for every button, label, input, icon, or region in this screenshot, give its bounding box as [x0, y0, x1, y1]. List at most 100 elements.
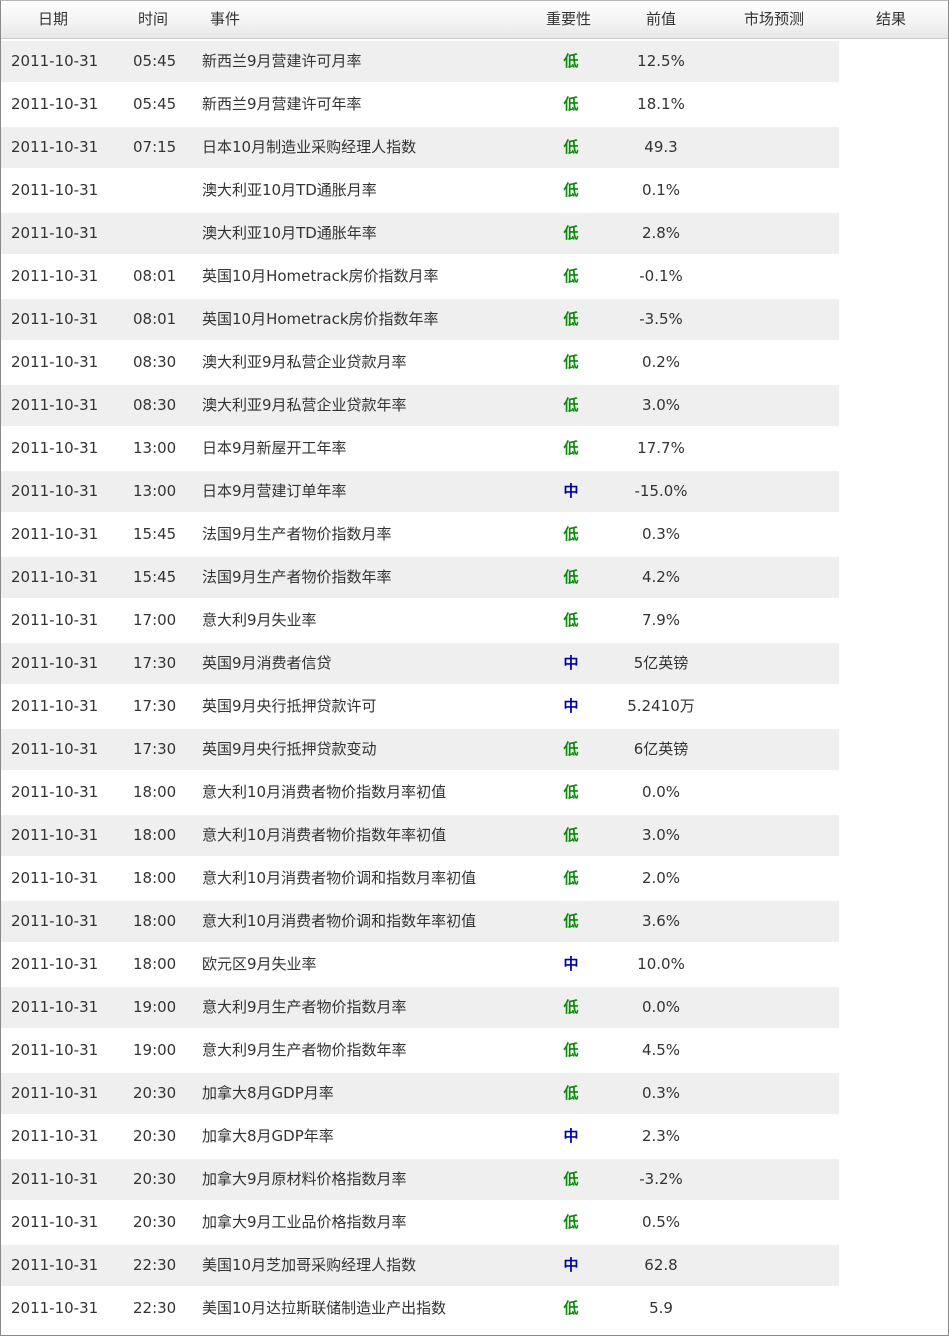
row-importance: 低: [563, 611, 579, 629]
row-result: [851, 557, 941, 598]
row-previous: 0.0%: [641, 998, 681, 1016]
row-result: [851, 1202, 941, 1243]
table-row[interactable]: 2011-10-31 22:30 美国10月达拉斯联储制造业产出指数 低 5.9: [1, 1286, 948, 1329]
row-background: [1, 557, 839, 598]
table-row[interactable]: 2011-10-31 22:30 美国10月芝加哥采购经理人指数 中 62.8: [1, 1243, 948, 1286]
row-background: [1, 385, 839, 426]
table-row[interactable]: 2011-10-31 05:45 新西兰9月营建许可年率 低 18.1%: [1, 82, 948, 125]
table-row[interactable]: 2011-10-31 澳大利亚10月TD通胀年率 低 2.8%: [1, 211, 948, 254]
table-row[interactable]: 2011-10-31 08:30 澳大利亚9月私营企业贷款月率 低 0.2%: [1, 340, 948, 383]
row-event: 日本10月制造业采购经理人指数: [202, 138, 417, 156]
header-previous[interactable]: 前值: [646, 1, 676, 38]
table-row[interactable]: 2011-10-31 07:15 日本10月制造业采购经理人指数 低 49.3: [1, 125, 948, 168]
header-date[interactable]: 日期: [38, 1, 68, 38]
row-date: 2011-10-31: [11, 1299, 99, 1317]
row-forecast: [721, 213, 831, 254]
row-date: 2011-10-31: [11, 95, 99, 113]
row-result: [851, 127, 941, 168]
header-result[interactable]: 结果: [876, 1, 906, 38]
row-result: [851, 686, 941, 727]
row-event: 加拿大8月GDP月率: [202, 1084, 334, 1102]
table-row[interactable]: 2011-10-31 20:30 加拿大9月原材料价格指数月率 低 -3.2%: [1, 1157, 948, 1200]
row-event: 加拿大8月GDP年率: [202, 1127, 334, 1145]
table-row[interactable]: 2011-10-31 20:30 加拿大8月GDP月率 低 0.3%: [1, 1071, 948, 1114]
row-event: 加拿大9月工业品价格指数月率: [202, 1213, 407, 1231]
row-forecast: [721, 1116, 831, 1157]
table-row[interactable]: 2011-10-31 15:45 法国9月生产者物价指数月率 低 0.3%: [1, 512, 948, 555]
header-importance[interactable]: 重要性: [546, 1, 591, 38]
row-result: [851, 84, 941, 125]
table-row[interactable]: 2011-10-31 17:00 意大利9月失业率 低 7.9%: [1, 598, 948, 641]
row-previous: 2.0%: [641, 869, 681, 887]
table-row[interactable]: 2011-10-31 20:30 加拿大8月GDP年率 中 2.3%: [1, 1114, 948, 1157]
row-date: 2011-10-31: [11, 697, 99, 715]
row-forecast: [721, 557, 831, 598]
row-time: 13:00: [133, 439, 177, 457]
table-row[interactable]: 2011-10-31 18:00 意大利10月消费者物价调和指数年率初值 低 3.6%: [1, 899, 948, 942]
row-result: [851, 385, 941, 426]
row-event: 英国10月Hometrack房价指数年率: [202, 310, 439, 328]
row-previous: 5.9: [649, 1299, 673, 1317]
table-row[interactable]: 2011-10-31 13:00 日本9月营建订单年率 中 -15.0%: [1, 469, 948, 512]
table-row[interactable]: 2011-10-31 澳大利亚10月TD通胀月率 低 0.1%: [1, 168, 948, 211]
row-result: [851, 901, 941, 942]
table-row[interactable]: 2011-10-31 08:01 英国10月Hometrack房价指数月率 低 -0.1…: [1, 254, 948, 297]
row-result: [851, 944, 941, 985]
row-event: 意大利10月消费者物价调和指数月率初值: [202, 869, 477, 887]
row-importance: 中: [563, 697, 579, 715]
header-event[interactable]: 事件: [210, 1, 240, 38]
table-row[interactable]: 2011-10-31 18:00 意大利10月消费者物价调和指数月率初值 低 2.0%: [1, 856, 948, 899]
row-background: [1, 213, 839, 254]
row-importance: 低: [563, 138, 579, 156]
table-row[interactable]: 2011-10-31 08:01 英国10月Hometrack房价指数年率 低 -3.5…: [1, 297, 948, 340]
row-time: 20:30: [133, 1127, 177, 1145]
table-row[interactable]: 2011-10-31 15:45 法国9月生产者物价指数年率 低 4.2%: [1, 555, 948, 598]
row-importance: 低: [563, 740, 579, 758]
row-date: 2011-10-31: [11, 396, 99, 414]
row-previous: 0.3%: [641, 1084, 681, 1102]
header-time[interactable]: 时间: [138, 1, 168, 38]
row-forecast: [721, 1159, 831, 1200]
table-row[interactable]: 2011-10-31 18:00 意大利10月消费者物价指数月率初值 低 0.0%: [1, 770, 948, 813]
table-row[interactable]: 2011-10-31 18:00 意大利10月消费者物价指数年率初值 低 3.0%: [1, 813, 948, 856]
row-time: 05:45: [133, 95, 177, 113]
row-previous: -0.1%: [639, 267, 683, 285]
row-previous: 7.9%: [641, 611, 681, 629]
table-row[interactable]: 2011-10-31 18:00 欧元区9月失业率 中 10.0%: [1, 942, 948, 985]
table-row[interactable]: 2011-10-31 17:30 英国9月央行抵押贷款变动 低 6亿英镑: [1, 727, 948, 770]
row-time: 17:30: [133, 740, 177, 758]
row-time: 19:00: [133, 1041, 177, 1059]
table-row[interactable]: 2011-10-31 19:00 意大利9月生产者物价指数年率 低 4.5%: [1, 1028, 948, 1071]
row-date: 2011-10-31: [11, 52, 99, 70]
row-result: [851, 987, 941, 1028]
row-date: 2011-10-31: [11, 998, 99, 1016]
row-date: 2011-10-31: [11, 869, 99, 887]
table-row[interactable]: 2011-10-31 05:45 新西兰9月营建许可月率 低 12.5%: [1, 39, 948, 82]
row-forecast: [721, 1202, 831, 1243]
table-row[interactable]: 2011-10-31 13:00 日本9月新屋开工年率 低 17.7%: [1, 426, 948, 469]
row-forecast: [721, 1030, 831, 1071]
row-date: 2011-10-31: [11, 267, 99, 285]
header-forecast[interactable]: 市场预测: [744, 1, 804, 38]
row-previous: -3.5%: [639, 310, 683, 328]
row-previous: -3.2%: [639, 1170, 683, 1188]
row-result: [851, 41, 941, 82]
table-row[interactable]: 2011-10-31 19:00 意大利9月生产者物价指数月率 低 0.0%: [1, 985, 948, 1028]
row-previous: 0.1%: [641, 181, 681, 199]
table-row[interactable]: 2011-10-31 08:30 澳大利亚9月私营企业贷款年率 低 3.0%: [1, 383, 948, 426]
row-event: 欧元区9月失业率: [202, 955, 317, 973]
table-row[interactable]: 2011-10-31 17:30 英国9月央行抵押贷款许可 中 5.2410万: [1, 684, 948, 727]
row-importance: 低: [563, 224, 579, 242]
row-previous: 2.8%: [641, 224, 681, 242]
row-result: [851, 600, 941, 641]
table-row[interactable]: 2011-10-31 17:30 英国9月消费者信贷 中 5亿英镑: [1, 641, 948, 684]
row-previous: 0.5%: [641, 1213, 681, 1231]
row-event: 意大利9月失业率: [202, 611, 317, 629]
row-date: 2011-10-31: [11, 568, 99, 586]
row-result: [851, 729, 941, 770]
table-row[interactable]: 2011-10-31 20:30 加拿大9月工业品价格指数月率 低 0.5%: [1, 1200, 948, 1243]
row-forecast: [721, 514, 831, 555]
row-forecast: [721, 1073, 831, 1114]
row-forecast: [721, 170, 831, 211]
row-event: 澳大利亚10月TD通胀年率: [202, 224, 377, 242]
